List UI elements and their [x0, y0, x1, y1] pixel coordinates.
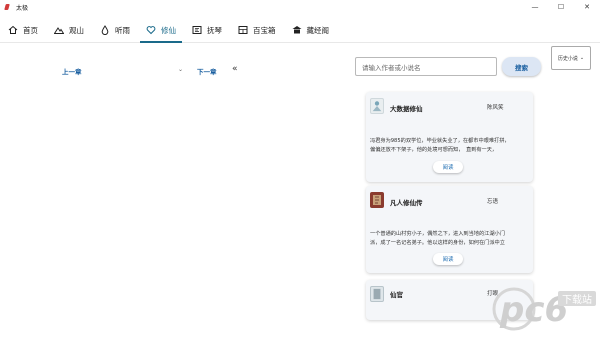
tab-label: 百宝箱 — [253, 25, 276, 35]
category-select[interactable]: 历史小说 ⌄ — [551, 46, 591, 70]
search-input[interactable]: 请输入作者或小说名 — [355, 57, 497, 76]
read-button[interactable]: 阅读 — [433, 253, 463, 265]
book-title[interactable]: 凡人修仙传 — [390, 197, 423, 207]
category-select-value: 历史小说 — [557, 55, 578, 62]
app-logo-icon — [4, 4, 11, 11]
pc6-watermark-logo: pc6 下载站 — [492, 287, 596, 331]
tab-label: 修仙 — [161, 25, 176, 35]
tab-treasure[interactable]: 百宝箱 — [230, 18, 284, 42]
window-title: 太极 — [16, 4, 29, 12]
main-tabbar: 首页 观山 听雨 修仙 抚琴 百宝箱 藏经阁 — [0, 18, 600, 43]
prev-chapter-link[interactable]: 上一章 — [62, 66, 82, 76]
book-author: 忘语 — [487, 199, 499, 205]
tab-home[interactable]: 首页 — [0, 18, 46, 42]
book-description-line: 偏偏还放不下架子，他的处境可想而知， 直到有一天， — [370, 147, 498, 153]
tab-label: 首页 — [23, 25, 38, 35]
qin-icon — [192, 26, 202, 34]
minimize-button[interactable]: — — [522, 0, 548, 14]
cover-art-icon — [373, 195, 381, 205]
maximize-button[interactable]: ☐ — [548, 0, 574, 14]
window-controls: — ☐ ✕ — [522, 0, 600, 14]
watermark-brand: pc6 — [499, 290, 568, 330]
cover-art-icon — [372, 101, 382, 112]
tab-label: 观山 — [69, 25, 84, 35]
tab-pavilion[interactable]: 藏经阁 — [284, 18, 338, 42]
tab-mountain[interactable]: 观山 — [46, 18, 92, 42]
title-bar: 太极 — ☐ ✕ — [0, 0, 600, 14]
tab-label: 抚琴 — [207, 25, 222, 35]
book-cover — [370, 192, 384, 208]
chapter-nav: 上一章 ⌄ 下一章 « — [62, 64, 238, 76]
cover-art-icon — [373, 288, 381, 300]
book-description-line: 派，成了一名记名弟子。他以这样的身份，如何在门派中立 — [370, 240, 505, 246]
book-card: 凡人修仙传 忘语 一个普通的山村穷小子，偶然之下，进入到当地的江湖小门 派，成了… — [366, 186, 533, 273]
pavilion-icon — [292, 26, 301, 34]
watermark-sub: 下载站 — [562, 293, 592, 306]
tab-cultivate[interactable]: 修仙 — [138, 18, 184, 43]
book-description-line: 冯君身为985的双学位，毕业就失业了，在都市中艰难打拼， — [370, 138, 510, 144]
book-title[interactable]: 仙官 — [390, 289, 403, 299]
search-button[interactable]: 搜索 — [502, 57, 541, 76]
heart-icon — [146, 26, 156, 35]
book-title[interactable]: 大数据修仙 — [390, 103, 423, 113]
mountain-icon — [54, 27, 64, 34]
book-description-line: 一个普通的山村穷小子，偶然之下，进入到当地的江湖小门 — [370, 231, 505, 237]
raindrop-icon — [101, 25, 109, 35]
close-button[interactable]: ✕ — [574, 0, 600, 14]
chevron-down-icon[interactable]: ⌄ — [178, 66, 183, 73]
book-cover — [370, 98, 384, 114]
book-cover — [370, 286, 384, 302]
book-author: 陈风笑 — [487, 105, 504, 111]
home-icon — [8, 25, 18, 34]
treasure-box-icon — [238, 26, 248, 34]
tab-label: 藏经阁 — [306, 25, 330, 35]
read-button[interactable]: 阅读 — [433, 161, 463, 173]
tab-label: 听雨 — [115, 25, 130, 35]
chevron-down-icon: ⌄ — [579, 55, 585, 61]
tab-qin[interactable]: 抚琴 — [184, 18, 230, 42]
collapse-icon[interactable]: « — [232, 64, 238, 74]
next-chapter-link[interactable]: 下一章 — [197, 66, 217, 76]
book-card: 大数据修仙 陈风笑 冯君身为985的双学位，毕业就失业了，在都市中艰难打拼， 偏… — [366, 92, 533, 182]
tab-rain[interactable]: 听雨 — [92, 18, 138, 42]
